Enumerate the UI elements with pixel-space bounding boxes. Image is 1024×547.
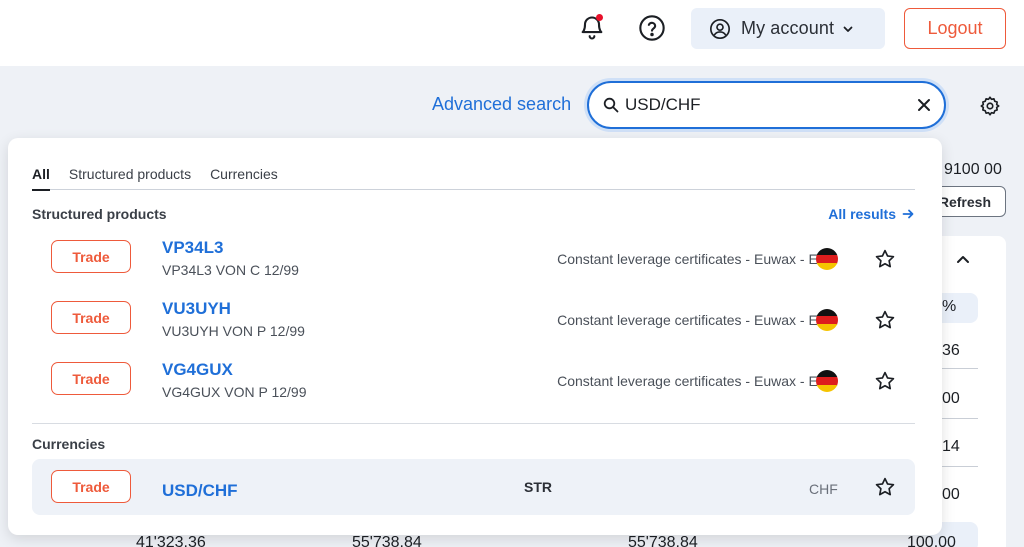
chevron-up-icon[interactable] bbox=[956, 254, 970, 264]
product-type: Constant leverage certificates - Euwax -… bbox=[557, 312, 838, 328]
trade-button[interactable]: Trade bbox=[51, 240, 131, 273]
product-symbol[interactable]: VU3UYH bbox=[162, 299, 231, 319]
help-icon[interactable] bbox=[638, 14, 666, 42]
background-value: % bbox=[942, 298, 957, 315]
section-title-structured-products: Structured products bbox=[32, 206, 167, 222]
background-value: 41'323.36 bbox=[136, 534, 206, 547]
advanced-search-link[interactable]: Advanced search bbox=[432, 94, 571, 115]
search-results-dropdown: All Structured products Currencies Struc… bbox=[8, 138, 942, 535]
background-value: 55'738.84 bbox=[628, 534, 698, 547]
tab-currencies[interactable]: Currencies bbox=[210, 166, 278, 190]
search-icon bbox=[603, 97, 619, 113]
background-value: 9100 00 bbox=[944, 161, 1002, 178]
background-value: 00 bbox=[942, 486, 960, 503]
star-icon[interactable] bbox=[874, 370, 896, 392]
chevron-down-icon bbox=[843, 26, 853, 32]
search-input[interactable] bbox=[625, 93, 895, 117]
background-value: 100.00 bbox=[907, 534, 956, 547]
trade-button[interactable]: Trade bbox=[51, 301, 131, 334]
currency-code: CHF bbox=[809, 481, 838, 497]
tab-all[interactable]: All bbox=[32, 166, 50, 191]
my-account-label: My account bbox=[741, 18, 835, 38]
top-bar: My account Logout bbox=[0, 0, 1024, 66]
star-icon[interactable] bbox=[874, 248, 896, 270]
background-divider bbox=[940, 418, 978, 419]
logout-button[interactable]: Logout bbox=[904, 8, 1006, 49]
star-icon[interactable] bbox=[874, 309, 896, 331]
section-divider bbox=[32, 423, 915, 424]
product-name: VG4GUX VON P 12/99 bbox=[162, 384, 307, 400]
star-icon[interactable] bbox=[874, 476, 896, 498]
all-results-label: All results bbox=[828, 206, 896, 222]
germany-flag-icon bbox=[816, 370, 838, 392]
product-symbol[interactable]: VG4GUX bbox=[162, 360, 233, 380]
background-divider bbox=[940, 466, 978, 467]
list-item[interactable]: Trade VP34L3 VP34L3 VON C 12/99 Constant… bbox=[32, 230, 915, 286]
background-divider bbox=[940, 368, 978, 369]
background-value: 36 bbox=[942, 342, 960, 359]
background-value: 00 bbox=[942, 390, 960, 407]
currency-label: STR bbox=[524, 479, 552, 495]
list-item[interactable]: Trade USD/CHF STR CHF bbox=[32, 459, 915, 515]
trade-button[interactable]: Trade bbox=[51, 362, 131, 395]
product-symbol[interactable]: VP34L3 bbox=[162, 238, 223, 258]
clear-search-icon[interactable] bbox=[917, 98, 931, 112]
currency-symbol[interactable]: USD/CHF bbox=[162, 481, 238, 501]
tab-structured-products[interactable]: Structured products bbox=[69, 166, 191, 190]
gear-icon[interactable] bbox=[979, 95, 1001, 117]
list-item[interactable]: Trade VG4GUX VG4GUX VON P 12/99 Constant… bbox=[32, 352, 915, 408]
product-name: VU3UYH VON P 12/99 bbox=[162, 323, 305, 339]
germany-flag-icon bbox=[816, 309, 838, 331]
list-item[interactable]: Trade VU3UYH VU3UYH VON P 12/99 Constant… bbox=[32, 291, 915, 347]
result-tabs: All Structured products Currencies bbox=[32, 166, 915, 191]
product-type: Constant leverage certificates - Euwax -… bbox=[557, 251, 838, 267]
background-value: 55'738.84 bbox=[352, 534, 422, 547]
product-name: VP34L3 VON C 12/99 bbox=[162, 262, 299, 278]
arrow-right-icon bbox=[902, 209, 914, 219]
user-circle-icon bbox=[710, 18, 730, 39]
product-type: Constant leverage certificates - Euwax -… bbox=[557, 373, 838, 389]
search-box[interactable] bbox=[587, 81, 946, 129]
my-account-button[interactable]: My account bbox=[691, 8, 885, 49]
background-value: 14 bbox=[942, 438, 960, 455]
all-results-link[interactable]: All results bbox=[828, 206, 914, 222]
trade-button[interactable]: Trade bbox=[51, 470, 131, 503]
section-title-currencies: Currencies bbox=[32, 436, 106, 452]
notification-badge bbox=[596, 14, 603, 21]
germany-flag-icon bbox=[816, 248, 838, 270]
